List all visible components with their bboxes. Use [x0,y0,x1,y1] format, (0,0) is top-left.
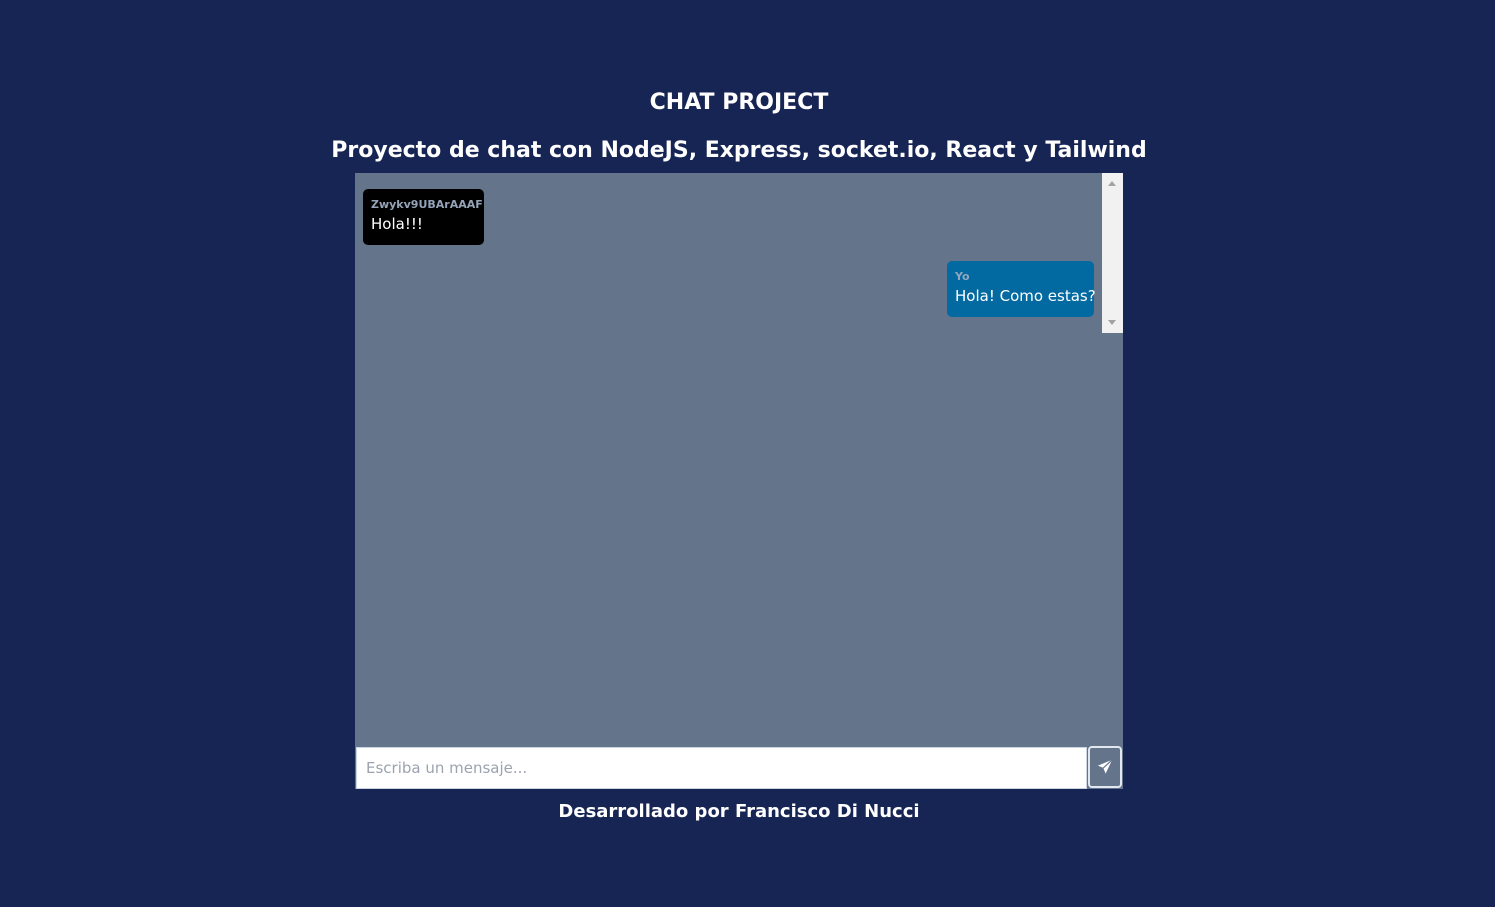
message-bubble-sent: Yo Hola! Como estas? [947,261,1096,317]
chat-panel: Zwykv9UBArAAAF Hola!!! Yo Hola! Como est… [355,173,1123,789]
message-input[interactable] [356,747,1087,789]
message-composer [355,745,1123,789]
message-list[interactable]: Zwykv9UBArAAAF Hola!!! Yo Hola! Como est… [355,173,1102,745]
message-bubble-received: Zwykv9UBArAAAF Hola!!! [363,189,484,245]
scroll-down-arrow-icon[interactable] [1108,320,1116,325]
paper-plane-icon [1097,759,1113,774]
footer-credit: Desarrollado por Francisco Di Nucci [558,801,920,822]
send-button[interactable] [1088,746,1122,788]
message-text: Hola!!! [371,215,423,233]
message-sender: Yo [955,270,970,283]
message-text: Hola! Como estas? [955,287,1096,305]
page-title: CHAT PROJECT [649,90,829,115]
page-subtitle: Proyecto de chat con NodeJS, Express, so… [331,138,1147,163]
message-sender: Zwykv9UBArAAAF [371,198,483,211]
scroll-up-arrow-icon[interactable] [1108,181,1116,186]
message-list-scrollbar[interactable] [1102,173,1123,333]
